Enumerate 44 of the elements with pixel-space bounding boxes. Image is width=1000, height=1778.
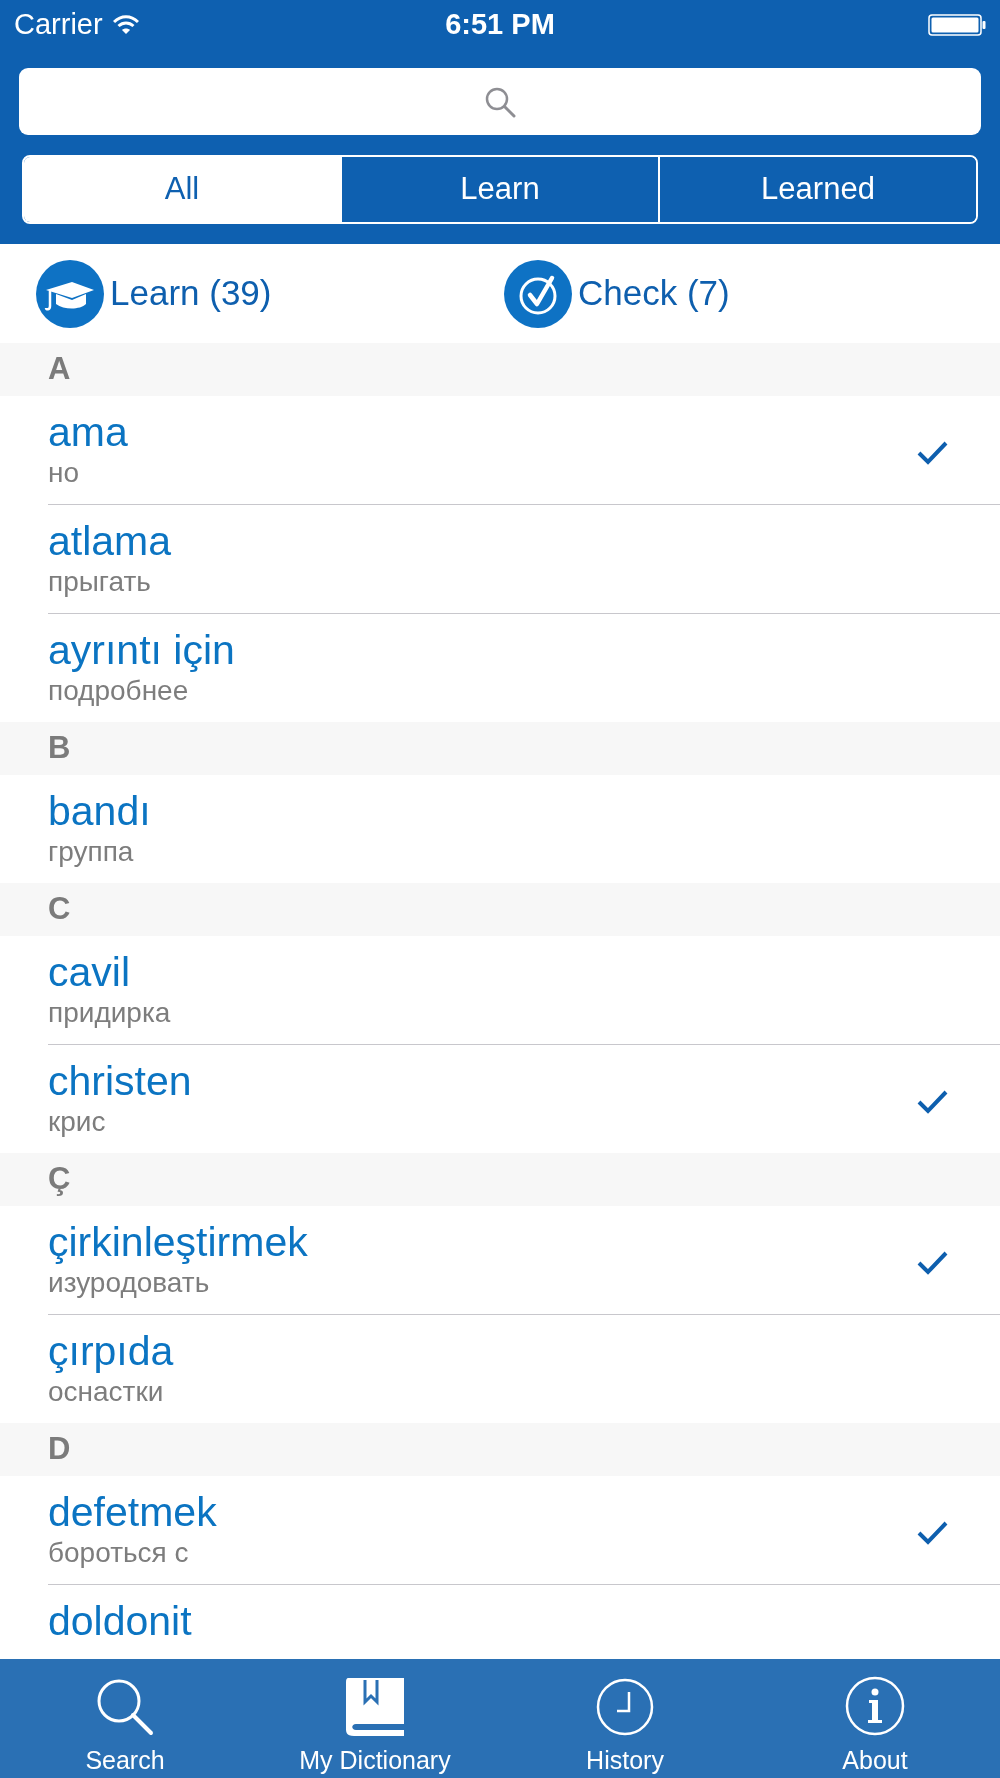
word-text: christen <box>48 1057 193 1105</box>
word-text: bandı <box>48 787 152 835</box>
check-circle-icon <box>504 259 572 328</box>
translation-text: но <box>48 456 81 490</box>
clock-icon <box>596 1678 654 1736</box>
word-text: çirkinleştirmek <box>48 1218 309 1266</box>
translation-text: группа <box>48 835 135 869</box>
word-text: doldonit <box>48 1597 193 1645</box>
tab-bar-item[interactable]: History <box>500 1659 750 1778</box>
wifi-icon <box>112 15 139 35</box>
learn-button[interactable]: Learn (39) <box>36 259 272 328</box>
translation-text: изуродовать <box>48 1266 211 1300</box>
info-icon <box>845 1676 905 1736</box>
tab-bar-item[interactable]: About <box>750 1659 1000 1778</box>
clock-time: 6:51 PM <box>445 7 555 43</box>
word-text: atlama <box>48 517 173 565</box>
word-text: defetmek <box>48 1488 218 1536</box>
section-letter: A <box>48 350 71 389</box>
translation-text: бороться с <box>48 1536 190 1570</box>
word-text: ayrıntı için <box>48 626 236 674</box>
filter-tab[interactable]: All <box>24 157 340 222</box>
section-letter: B <box>48 729 71 768</box>
section-letter: Ç <box>48 1160 71 1199</box>
translation-text: прыгать <box>48 565 152 599</box>
translation-text: подробнее <box>48 674 190 708</box>
translation-text: оснастки <box>48 1375 165 1409</box>
word-text: ama <box>48 408 129 456</box>
section-letter: C <box>48 890 71 929</box>
word-text: cavil <box>48 948 132 996</box>
search-icon <box>484 85 516 118</box>
translation-text: придирка <box>48 996 172 1030</box>
section-letter: D <box>48 1430 71 1469</box>
tab-bar-item[interactable]: My Dictionary <box>250 1659 500 1778</box>
carrier-label: Carrier <box>14 7 103 43</box>
translation-text: крис <box>48 1105 107 1139</box>
filter-tab[interactable]: Learned <box>658 157 976 222</box>
book-icon <box>346 1678 404 1736</box>
graduation-cap-icon <box>36 259 104 328</box>
search-field[interactable] <box>19 68 981 135</box>
battery-icon <box>928 14 986 36</box>
search-icon <box>96 1678 154 1736</box>
check-button[interactable]: Check (7) <box>504 259 730 328</box>
word-text: çırpıda <box>48 1327 175 1375</box>
tab-bar-item[interactable]: Search <box>0 1659 250 1778</box>
